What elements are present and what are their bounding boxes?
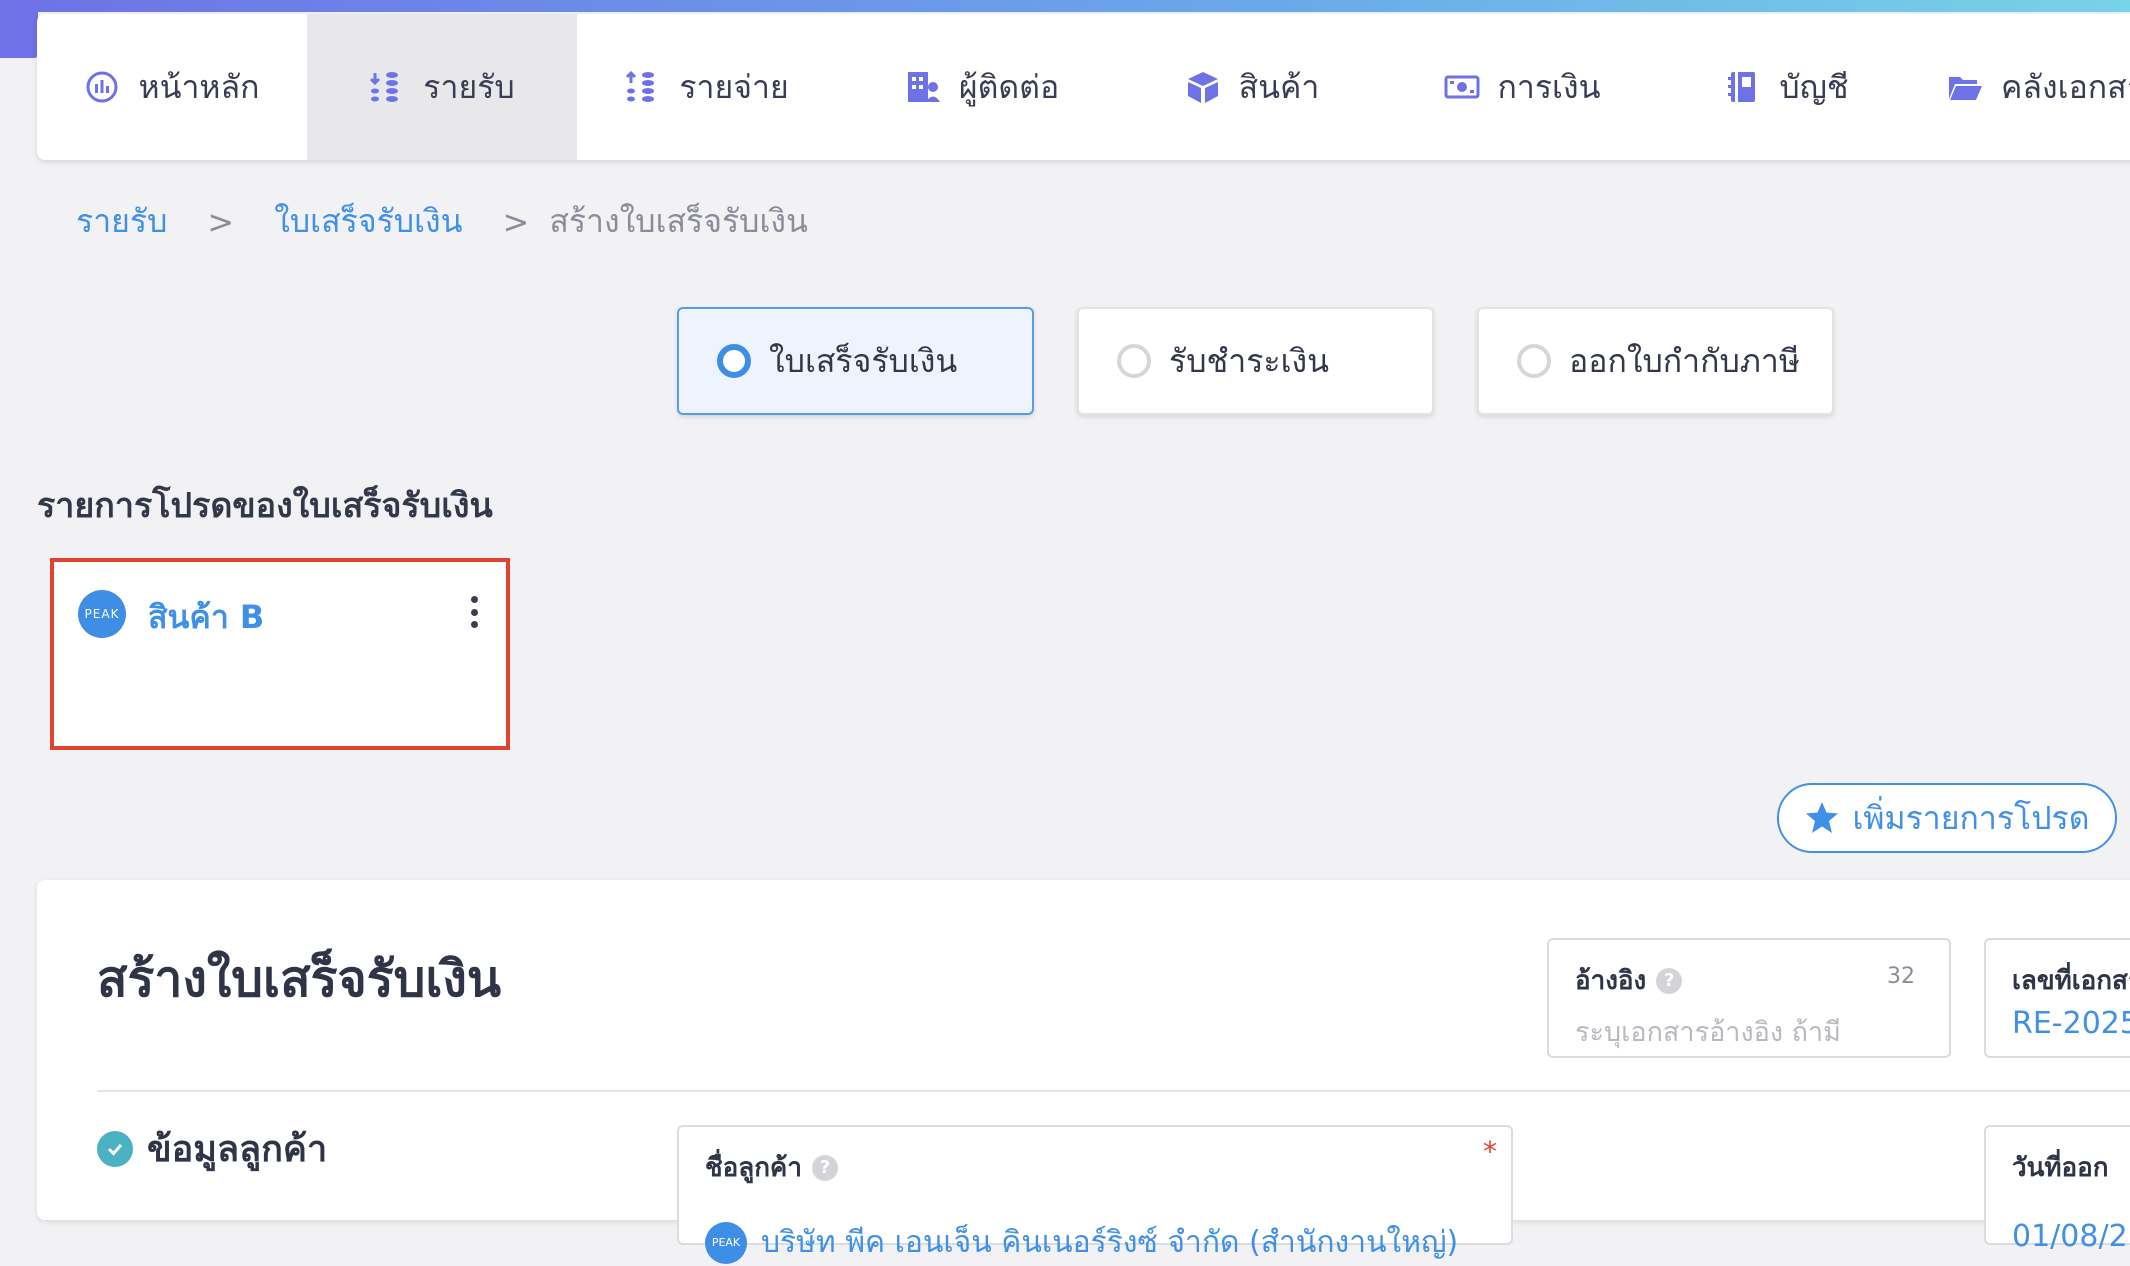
favorites-title: รายการโปรดของใบเสร็จรับเงิน: [37, 486, 493, 526]
breadcrumb-income-link[interactable]: รายรับ: [76, 196, 167, 247]
favorite-name[interactable]: สินค้า B: [148, 592, 264, 643]
add-favorite-button[interactable]: เพิ่มรายการโปรด: [1777, 783, 2117, 853]
avatar: PEAK: [78, 590, 126, 638]
help-icon[interactable]: ?: [1656, 967, 1683, 994]
help-icon[interactable]: ?: [811, 1154, 838, 1181]
star-icon: [1806, 802, 1839, 833]
nav-item-products[interactable]: สินค้า: [1127, 14, 1377, 160]
nav-label: คลังเอกสาร: [2001, 67, 2130, 106]
doc-type-label: รับชำระเงิน: [1169, 341, 1329, 380]
breadcrumb-receipts-link[interactable]: ใบเสร็จรับเงิน: [274, 196, 462, 247]
breadcrumb-current: สร้างใบเสร็จรับเงิน: [549, 202, 808, 240]
add-favorite-label: เพิ่มรายการโปรด: [1852, 798, 2090, 837]
top-accent-bar: [0, 0, 2130, 58]
doc-number-label-wrap: เลขที่เอกสาร: [2012, 960, 2130, 1001]
folder-icon: [1947, 69, 1983, 105]
expense-icon: [625, 69, 661, 105]
radio-selected[interactable]: [717, 344, 751, 378]
doc-number-label: เลขที่เอกสาร: [2012, 966, 2130, 996]
radio-unselected[interactable]: [1117, 344, 1151, 378]
customer-value-line[interactable]: PEAK บริษัท พีค เอนเจ็น คินเนอร์ริงซ์ จำ…: [705, 1219, 1458, 1266]
money-icon: [1444, 69, 1480, 105]
doc-number-field[interactable]: เลขที่เอกสาร RE-2025: [1984, 938, 2130, 1058]
issue-date-label-wrap: วันที่ออก: [2012, 1147, 2108, 1188]
reference-label: อ้างอิง: [1575, 966, 1647, 996]
reference-label-wrap: อ้างอิง ?: [1575, 960, 1683, 1001]
customer-name-field[interactable]: ชื่อลูกค้า ? * PEAK บริษัท พีค เอนเจ็น ค…: [677, 1125, 1513, 1264]
char-counter: 32: [1887, 964, 1915, 989]
doc-type-label: ออกใบกำกับภาษี: [1569, 341, 1800, 380]
breadcrumb-separator: >: [502, 202, 530, 241]
doc-type-label: ใบเสร็จรับเงิน: [769, 341, 958, 380]
reference-input[interactable]: ระบุเอกสารอ้างอิง ถ้ามี: [1575, 1010, 1841, 1053]
box-icon: [1185, 69, 1221, 105]
receipt-form-panel: สร้างใบเสร็จรับเงิน อ้างอิง ? 32 ระบุเอก…: [37, 880, 2130, 1264]
breadcrumb-separator: >: [207, 202, 235, 241]
main-nav: หน้าหลัก รายรับ รายจ่าย ผู้ติดต่อ สินค้า…: [37, 14, 2130, 160]
radio-unselected[interactable]: [1517, 344, 1551, 378]
nav-label: สินค้า: [1238, 67, 1320, 106]
contacts-icon: [905, 69, 941, 105]
breadcrumb: รายรับ > ใบเสร็จรับเงิน > สร้างใบเสร็จรั…: [76, 196, 808, 247]
dashboard-icon: [84, 69, 120, 105]
customer-section-title: ข้อมูลลูกค้า: [147, 1129, 328, 1170]
customer-section-header: ข้อมูลลูกค้า: [97, 1120, 327, 1177]
nav-label: บัญชี: [1779, 67, 1849, 106]
nav-item-expense[interactable]: รายจ่าย: [577, 14, 837, 160]
income-icon: [369, 69, 405, 105]
nav-label: หน้าหลัก: [138, 67, 260, 106]
customer-name-value: บริษัท พีค เอนเจ็น คินเนอร์ริงซ์ จำกัด (…: [761, 1225, 1459, 1260]
issue-date-label: วันที่ออก: [2012, 1153, 2109, 1183]
nav-item-finance[interactable]: การเงิน: [1377, 14, 1667, 160]
doc-type-payment[interactable]: รับชำระเงิน: [1077, 307, 1434, 415]
reference-field[interactable]: อ้างอิง ? 32 ระบุเอกสารอ้างอิง ถ้ามี: [1547, 938, 1951, 1058]
check-circle-icon: [97, 1130, 133, 1167]
issue-date-field[interactable]: วันที่ออก 01/08/2: [1984, 1125, 2130, 1254]
nav-label: รายรับ: [423, 67, 515, 106]
nav-label: การเงิน: [1497, 67, 1601, 106]
doc-type-receipt[interactable]: ใบเสร็จรับเงิน: [677, 307, 1034, 415]
customer-name-label: ชื่อลูกค้า: [705, 1153, 802, 1183]
nav-item-home[interactable]: หน้าหลัก: [37, 14, 307, 160]
favorite-card[interactable]: PEAK สินค้า B: [50, 558, 510, 750]
required-mark: *: [1483, 1135, 1497, 1168]
more-options-icon[interactable]: [464, 592, 484, 632]
doc-type-tax-invoice[interactable]: ออกใบกำกับภาษี: [1477, 307, 1834, 415]
issue-date-value[interactable]: 01/08/2: [2012, 1219, 2128, 1254]
nav-label: รายจ่าย: [679, 67, 789, 106]
divider: [97, 1090, 2130, 1092]
ledger-icon: [1725, 69, 1761, 105]
nav-item-accounting[interactable]: บัญชี: [1667, 14, 1907, 160]
page-title: สร้างใบเสร็จรับเงิน: [97, 950, 502, 1008]
customer-label-wrap: ชื่อลูกค้า ?: [705, 1147, 838, 1188]
nav-label: ผู้ติดต่อ: [958, 67, 1060, 106]
nav-item-documents[interactable]: คลังเอกสาร: [1907, 14, 2130, 160]
doc-number-value[interactable]: RE-2025: [2012, 1006, 2130, 1041]
avatar: PEAK: [705, 1221, 747, 1264]
nav-item-contacts[interactable]: ผู้ติดต่อ: [837, 14, 1127, 160]
nav-item-income[interactable]: รายรับ: [307, 14, 577, 160]
